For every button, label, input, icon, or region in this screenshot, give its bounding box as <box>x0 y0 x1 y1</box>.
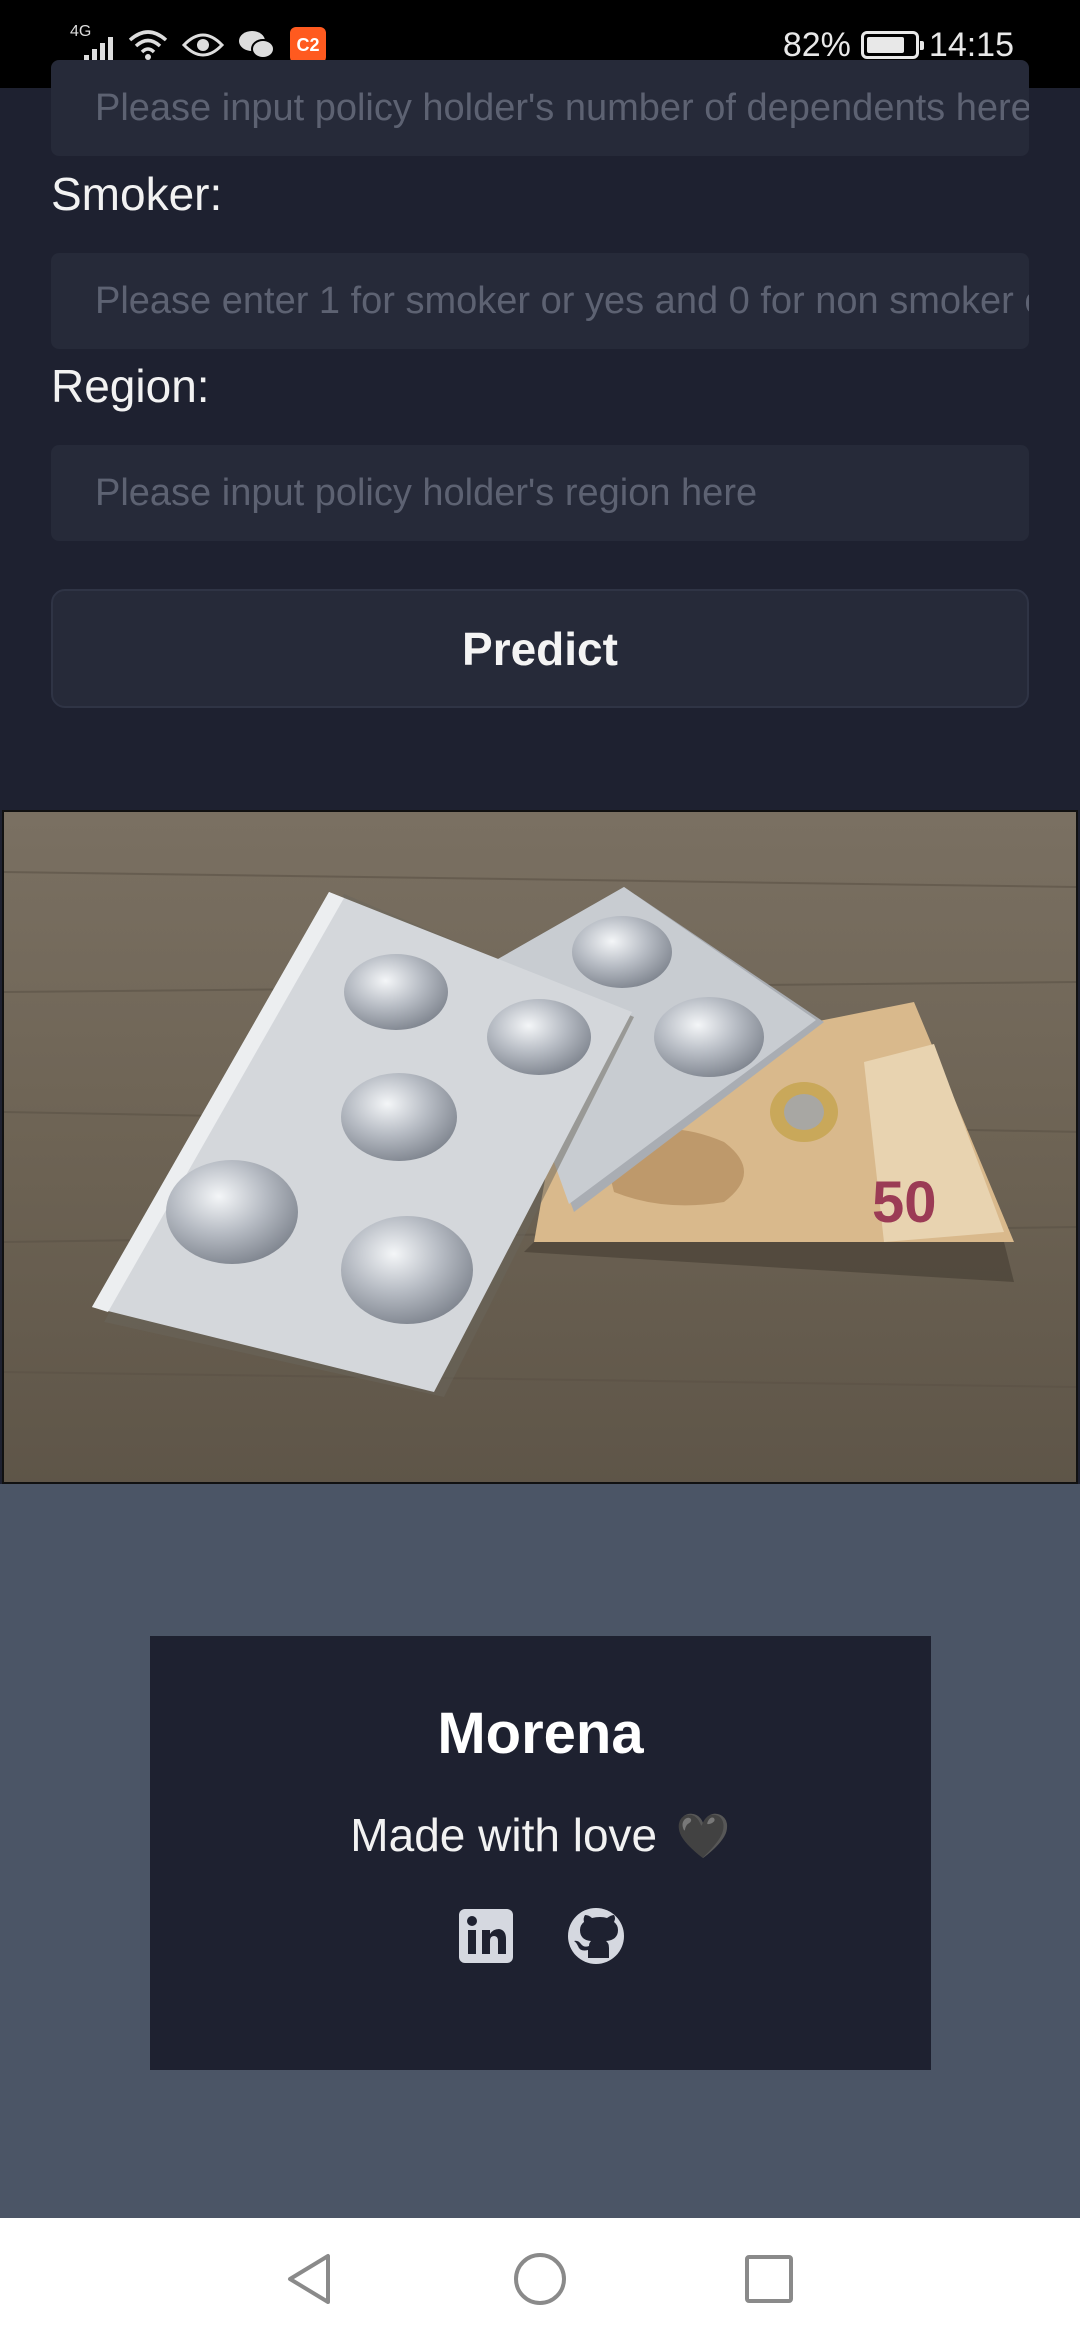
eye-icon <box>182 33 224 57</box>
app-badge-icon: C2 <box>290 27 326 63</box>
predict-button[interactable]: Predict <box>51 589 1029 708</box>
back-icon[interactable] <box>278 2248 340 2310</box>
region-label: Region: <box>51 360 210 412</box>
smoker-label: Smoker: <box>51 168 223 220</box>
social-links <box>150 1906 931 1966</box>
github-icon[interactable] <box>566 1906 626 1966</box>
signal-icon: 4G <box>70 23 114 65</box>
clock: 14:15 <box>928 25 1014 64</box>
pills-and-money-photo: 50 <box>2 810 1078 1484</box>
home-icon[interactable] <box>509 2248 571 2310</box>
footer-tagline: Made with love 🖤 <box>150 1808 931 1862</box>
footer: Morena Made with love 🖤 <box>0 1484 1080 2218</box>
tagline-text: Made with love <box>350 1809 658 1861</box>
smoker-input[interactable]: Please enter 1 for smoker or yes and 0 f… <box>51 253 1029 349</box>
wechat-icon <box>239 31 275 59</box>
linkedin-icon[interactable] <box>456 1906 516 1966</box>
wifi-icon <box>128 30 168 60</box>
heart-icon: 🖤 <box>675 1812 731 1861</box>
battery-percent: 82% <box>782 25 851 64</box>
navigation-bar <box>0 2218 1080 2340</box>
recents-icon[interactable] <box>738 2248 800 2310</box>
footer-card: Morena Made with love 🖤 <box>150 1636 931 2070</box>
region-input[interactable]: Please input policy holder's region here <box>51 445 1029 541</box>
dependents-input[interactable]: Please input policy holder's number of d… <box>51 60 1029 156</box>
author-name: Morena <box>437 1701 644 1766</box>
svg-text:50: 50 <box>872 1170 937 1235</box>
battery-icon <box>860 31 924 59</box>
